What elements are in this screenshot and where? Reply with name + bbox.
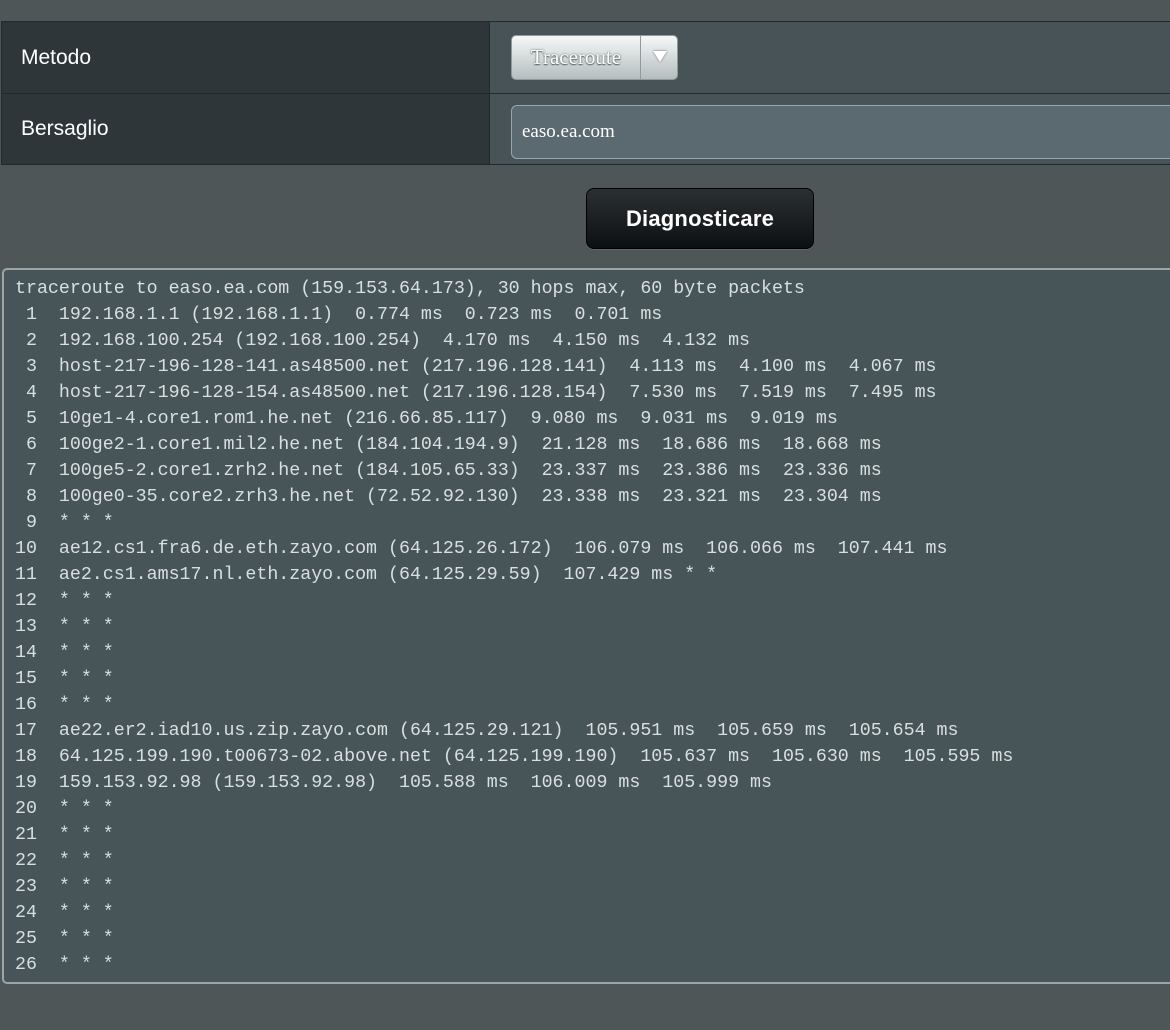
method-select[interactable]: Traceroute: [511, 35, 678, 80]
method-value-cell: Traceroute: [489, 21, 1170, 94]
output-line: 26 * * *: [15, 955, 114, 975]
output-line: 24 * * *: [15, 903, 114, 923]
target-row: Bersaglio: [1, 93, 1170, 165]
output-line: 15 * * *: [15, 669, 114, 689]
output-line: 9 * * *: [15, 513, 114, 533]
output-line: traceroute to easo.ea.com (159.153.64.17…: [15, 279, 805, 299]
output-line: 13 * * *: [15, 617, 114, 637]
output-line: 3 host-217-196-128-141.as48500.net (217.…: [15, 357, 937, 377]
output-line: 23 * * *: [15, 877, 114, 897]
output-line: 6 100ge2-1.core1.mil2.he.net (184.104.19…: [15, 435, 882, 455]
output-line: 14 * * *: [15, 643, 114, 663]
output-line: 2 192.168.100.254 (192.168.100.254) 4.17…: [15, 331, 751, 351]
output-line: 8 100ge0-35.core2.zrh3.he.net (72.52.92.…: [15, 487, 882, 507]
output-line: 20 * * *: [15, 799, 114, 819]
output-line: 11 ae2.cs1.ams17.nl.eth.zayo.com (64.125…: [15, 565, 718, 585]
output-line: 12 * * *: [15, 591, 114, 611]
diagnostic-form-table: Metodo Traceroute Bersaglio: [1, 21, 1170, 165]
output-line: 10 ae12.cs1.fra6.de.eth.zayo.com (64.125…: [15, 539, 948, 559]
output-line: 21 * * *: [15, 825, 114, 845]
output-line: 16 * * *: [15, 695, 114, 715]
traceroute-output[interactable]: traceroute to easo.ea.com (159.153.64.17…: [2, 268, 1170, 984]
diagnose-button[interactable]: Diagnosticare: [586, 188, 814, 249]
triangle-down-icon: [653, 51, 667, 62]
target-label: Bersaglio: [1, 93, 490, 165]
output-line: 19 159.153.92.98 (159.153.92.98) 105.588…: [15, 773, 772, 793]
method-label: Metodo: [1, 21, 490, 94]
output-line: 4 host-217-196-128-154.as48500.net (217.…: [15, 383, 937, 403]
output-line: 18 64.125.199.190.t00673-02.above.net (6…: [15, 747, 1014, 767]
target-value-cell: [489, 93, 1170, 165]
output-line: 7 100ge5-2.core1.zrh2.he.net (184.105.65…: [15, 461, 882, 481]
output-line: 1 192.168.1.1 (192.168.1.1) 0.774 ms 0.7…: [15, 305, 663, 325]
output-line: 25 * * *: [15, 929, 114, 949]
output-line: 5 10ge1-4.core1.rom1.he.net (216.66.85.1…: [15, 409, 838, 429]
method-select-arrow-box[interactable]: [640, 36, 678, 79]
traceroute-output-text: traceroute to easo.ea.com (159.153.64.17…: [4, 270, 1170, 978]
output-line: 22 * * *: [15, 851, 114, 871]
target-input[interactable]: [511, 105, 1170, 159]
method-select-value: Traceroute: [530, 45, 622, 69]
output-line: 17 ae22.er2.iad10.us.zip.zayo.com (64.12…: [15, 721, 959, 741]
method-row: Metodo Traceroute: [1, 21, 1170, 94]
